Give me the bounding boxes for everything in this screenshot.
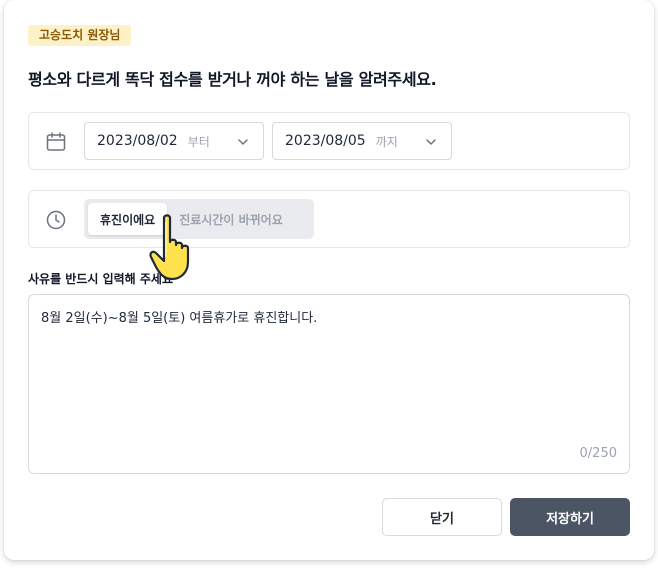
end-date-value: 2023/08/05: [285, 133, 366, 149]
notice-type-panel: 휴진이에요 진료시간이 바뀌어요: [28, 190, 630, 248]
save-button[interactable]: 저장하기: [510, 498, 630, 536]
char-counter: 0/250: [579, 446, 617, 461]
end-date-suffix: 까지: [375, 134, 398, 149]
calendar-icon: [46, 132, 66, 151]
end-date-select[interactable]: 2023/08/05 까지: [272, 122, 452, 160]
start-date-suffix: 부터: [187, 134, 210, 149]
clock-icon: [46, 210, 66, 230]
notice-dialog: 고승도치 원장님 평소와 다르게 똑닥 접수를 받거나 꺼야 하는 날을 알려주…: [4, 0, 654, 560]
close-button[interactable]: 닫기: [382, 498, 502, 536]
dialog-heading: 평소와 다르게 똑닥 접수를 받거나 꺼야 하는 날을 알려주세요.: [28, 70, 437, 89]
start-date-value: 2023/08/02: [97, 133, 178, 149]
reason-textarea[interactable]: 8월 2일(수)~8월 5일(토) 여름휴가로 휴진합니다. 0/250: [28, 294, 630, 474]
pointer-hand-icon: [149, 214, 190, 281]
chevron-down-icon: [238, 139, 248, 145]
chevron-down-icon: [426, 139, 436, 145]
start-date-select[interactable]: 2023/08/02 부터: [84, 122, 264, 160]
reason-text: 8월 2일(수)~8월 5일(토) 여름휴가로 휴진합니다.: [41, 311, 318, 326]
clinic-owner-badge: 고승도치 원장님: [28, 25, 132, 46]
date-range-panel: 2023/08/02 부터 2023/08/05 까지: [28, 112, 630, 170]
